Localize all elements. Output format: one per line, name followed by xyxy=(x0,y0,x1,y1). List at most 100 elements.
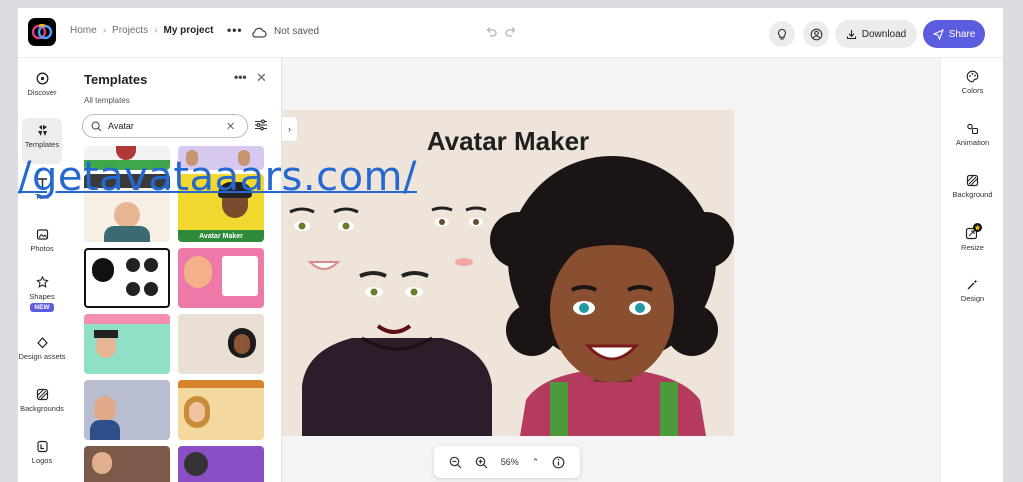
app-logo-icon[interactable] xyxy=(28,18,56,46)
rail-item-animation[interactable]: Animation xyxy=(941,122,1003,147)
hair-shape xyxy=(490,212,546,268)
eyebrow-shape xyxy=(465,206,487,212)
template-thumbnail[interactable] xyxy=(178,380,264,440)
thumb-face xyxy=(92,452,112,474)
rail-item-design-assets[interactable]: Design assets xyxy=(18,330,66,376)
rail-label: Design xyxy=(960,294,985,303)
rail-item-discover[interactable]: Discover xyxy=(18,66,66,112)
logos-icon xyxy=(36,440,48,453)
rail-label: Colors xyxy=(961,86,984,95)
redo-icon[interactable] xyxy=(504,25,518,44)
chevron-up-icon[interactable]: ⌃ xyxy=(532,457,540,468)
zoom-in-icon[interactable] xyxy=(475,456,488,469)
thumb-face xyxy=(94,396,116,422)
premium-badge-icon xyxy=(972,223,982,232)
breadcrumb-projects[interactable]: Projects xyxy=(112,25,148,36)
thumb-hair xyxy=(184,452,208,476)
rail-item-background[interactable]: Background xyxy=(941,174,1003,199)
rail-item-design[interactable]: Design xyxy=(941,278,1003,303)
app-window: Home › Projects › My project ••• Not sav… xyxy=(18,8,1003,482)
iris-shape xyxy=(473,219,479,225)
send-icon xyxy=(932,28,944,40)
search-input[interactable] xyxy=(108,121,220,131)
rail-item-shapes[interactable]: Shapes NEW xyxy=(18,270,66,322)
iris-shape xyxy=(298,222,306,230)
thumb-face xyxy=(234,334,250,354)
chevron-right-icon: › xyxy=(154,25,158,36)
thumb-caption: Avatar Maker xyxy=(178,230,264,242)
panel-title: Templates xyxy=(84,72,148,87)
panel-more-button[interactable]: ••• xyxy=(234,70,247,84)
chevron-right-icon[interactable]: › xyxy=(282,116,298,142)
more-options-button[interactable]: ••• xyxy=(227,23,243,37)
rail-item-colors[interactable]: Colors xyxy=(941,70,1003,95)
thumb-shape xyxy=(126,282,140,296)
rail-item-photos[interactable]: Photos xyxy=(18,222,66,268)
close-icon[interactable]: ✕ xyxy=(256,70,267,86)
url-overlay-text: /getavataaars.com/ xyxy=(18,154,417,200)
search-box[interactable]: ✕ xyxy=(82,114,248,138)
iris-shape xyxy=(635,303,645,313)
iris-shape xyxy=(342,222,350,230)
template-thumbnail[interactable] xyxy=(178,314,264,374)
iris-shape xyxy=(370,288,378,296)
zoom-toolbar: 56% ⌃ xyxy=(434,446,580,478)
thumb-face xyxy=(189,402,205,422)
thumb-shape xyxy=(126,258,140,272)
rail-label: Animation xyxy=(955,138,990,147)
thumb-body xyxy=(104,226,150,242)
strap-shape xyxy=(660,382,678,436)
shapes-icon xyxy=(35,276,49,288)
right-rail: Colors Animation Background Resize Desig… xyxy=(940,58,1003,482)
rail-label: Photos xyxy=(30,244,54,253)
nose-shape xyxy=(455,258,473,266)
eyebrow-shape xyxy=(333,207,359,214)
rail-label: Design assets xyxy=(18,352,66,361)
templates-panel: Templates All templates ••• ✕ ✕ xyxy=(70,58,332,482)
template-thumbnail[interactable] xyxy=(84,380,170,440)
template-thumbnail[interactable] xyxy=(84,248,170,308)
thumb-shape xyxy=(144,258,158,272)
hair-shape xyxy=(678,212,734,268)
thumb-hair xyxy=(92,258,114,282)
palette-icon xyxy=(966,70,979,83)
lightbulb-button[interactable] xyxy=(769,21,795,47)
share-button[interactable]: Share xyxy=(923,20,985,48)
breadcrumb-current[interactable]: My project xyxy=(164,25,214,36)
info-icon[interactable] xyxy=(552,456,565,469)
animation-icon xyxy=(967,123,979,135)
template-thumbnail[interactable] xyxy=(178,248,264,308)
iris-shape xyxy=(410,288,418,296)
thumb-face xyxy=(114,202,140,228)
clear-search-icon[interactable]: ✕ xyxy=(226,120,235,133)
template-thumbnail[interactable] xyxy=(178,446,264,482)
thumb-header xyxy=(178,380,264,388)
rail-item-backgrounds[interactable]: Backgrounds xyxy=(18,382,66,428)
filter-icon[interactable] xyxy=(254,118,268,137)
template-thumbnail[interactable] xyxy=(84,314,170,374)
collaborate-button[interactable] xyxy=(803,21,829,47)
backgrounds-icon xyxy=(36,388,48,401)
photos-icon xyxy=(36,229,48,240)
rail-item-logos[interactable]: Logos xyxy=(18,434,66,480)
zoom-level[interactable]: 56% xyxy=(501,457,519,467)
eyebrow-shape xyxy=(401,271,429,278)
undo-icon[interactable] xyxy=(484,25,498,44)
panel-subtitle[interactable]: All templates xyxy=(84,96,130,105)
download-button[interactable]: Download xyxy=(835,20,917,48)
thumb-body xyxy=(90,420,120,440)
thumb-panel xyxy=(222,256,258,296)
iris-shape xyxy=(579,303,589,313)
user-circle-icon xyxy=(810,28,822,40)
search-icon xyxy=(91,121,102,131)
rail-label: Background xyxy=(952,190,993,199)
rail-item-resize[interactable]: Resize xyxy=(941,223,1003,252)
rail-label: Discover xyxy=(27,88,57,97)
breadcrumb-home[interactable]: Home xyxy=(70,25,97,36)
design-assets-icon xyxy=(36,337,48,349)
top-bar: Home › Projects › My project ••• Not sav… xyxy=(18,8,1003,58)
zoom-out-icon[interactable] xyxy=(449,456,462,469)
canvas-area: Avatar Maker 56% ⌃ xyxy=(282,58,940,482)
rail-label: Logos xyxy=(31,456,53,465)
template-thumbnail[interactable] xyxy=(84,446,170,482)
